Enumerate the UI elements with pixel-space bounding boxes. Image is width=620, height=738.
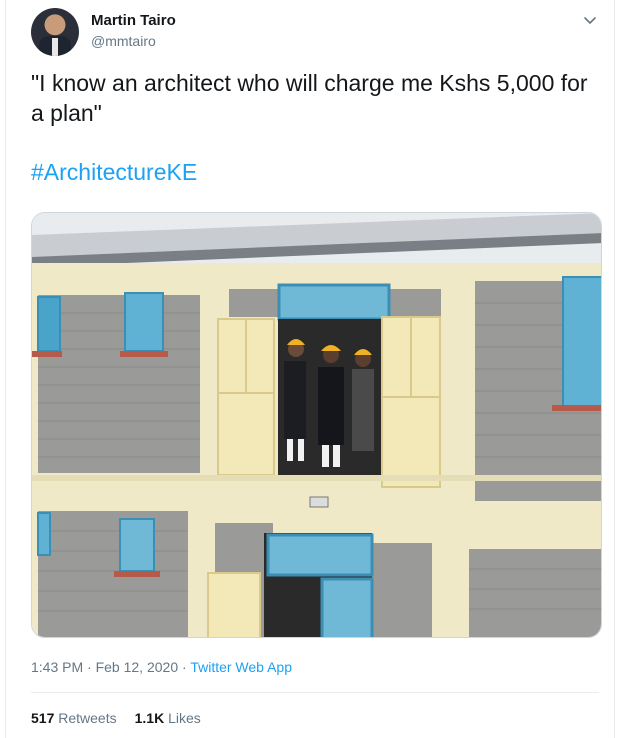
retweets-label: Retweets	[58, 710, 117, 726]
retweets-stat[interactable]: 517 Retweets	[31, 710, 117, 726]
avatar-shirt	[52, 38, 58, 56]
tweet-date[interactable]: Feb 12, 2020	[96, 659, 179, 675]
likes-stat[interactable]: 1.1K Likes	[135, 710, 201, 726]
tweet-stats: 517 Retweets 1.1K Likes	[31, 710, 201, 726]
user-handle[interactable]: @mmtairo	[91, 33, 156, 49]
tweet-meta: 1:43 PM · Feb 12, 2020 · Twitter Web App	[31, 659, 292, 675]
meta-separator: ·	[178, 659, 191, 675]
retweets-count: 517	[31, 710, 55, 726]
divider	[31, 692, 599, 693]
meta-separator: ·	[83, 659, 96, 675]
avatar[interactable]	[31, 8, 79, 56]
tweet-card: Martin Tairo @mmtairo "I know an archite…	[5, 0, 615, 738]
tweet-photo[interactable]	[31, 212, 602, 638]
likes-count: 1.1K	[134, 710, 165, 726]
user-name[interactable]: Martin Tairo	[91, 12, 176, 29]
source-app-link[interactable]: Twitter Web App	[190, 659, 292, 675]
hashtag-link[interactable]: #ArchitectureKE	[31, 159, 197, 186]
likes-label: Likes	[168, 710, 201, 726]
tweet-time[interactable]: 1:43 PM	[31, 659, 83, 675]
tweet-text: "I know an architect who will charge me …	[31, 70, 588, 126]
chevron-down-icon[interactable]	[582, 12, 598, 28]
